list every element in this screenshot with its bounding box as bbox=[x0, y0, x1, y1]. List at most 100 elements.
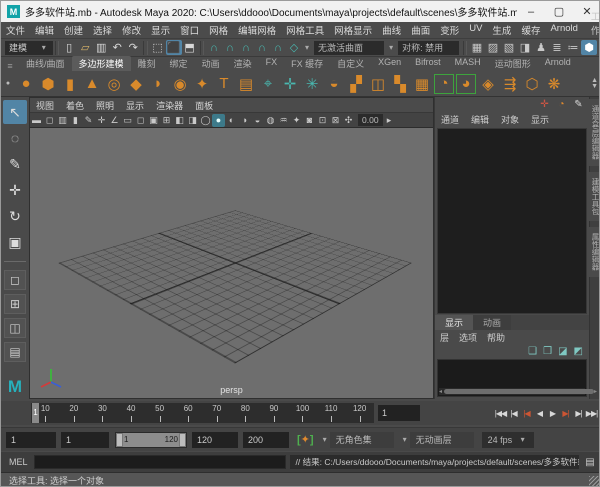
current-frame-field[interactable]: 1 bbox=[378, 405, 420, 421]
snap-live-icon[interactable]: ◇ bbox=[286, 40, 302, 55]
new-empty-layer-icon[interactable]: ◪ bbox=[558, 346, 567, 357]
step-forward-frame-button[interactable]: ▶| bbox=[572, 406, 585, 420]
grease-pencil-icon[interactable]: ∠ bbox=[108, 114, 121, 127]
svg-tool-icon[interactable]: ▤ bbox=[235, 73, 257, 95]
menu-item[interactable]: 生成 bbox=[487, 23, 516, 37]
field-popup-icon[interactable]: ⊠ bbox=[329, 114, 342, 127]
layer-editor-menu-item[interactable]: 层 bbox=[435, 331, 454, 344]
side-tab[interactable]: 建模工具包 bbox=[589, 172, 600, 222]
symmetry-dropdown-icon[interactable]: ▾ bbox=[386, 43, 396, 52]
2d-pan-zoom-icon[interactable]: ✛ bbox=[95, 114, 108, 127]
shelf-tab[interactable]: FX bbox=[259, 56, 285, 71]
motion-blur-icon[interactable]: ♒ bbox=[277, 114, 290, 127]
poly-sphere-icon[interactable]: ● bbox=[15, 73, 37, 95]
isolate-select-icon[interactable]: ⊡ bbox=[316, 114, 329, 127]
undo-icon[interactable]: ↶ bbox=[109, 40, 125, 55]
smooth-icon[interactable]: ▚ bbox=[389, 73, 411, 95]
maximize-button[interactable]: ▢ bbox=[545, 1, 573, 22]
active-surface-field[interactable]: 无激活曲面 bbox=[314, 41, 384, 55]
playback-end-field[interactable]: 120 bbox=[192, 432, 238, 448]
toolbar-overflow-icon[interactable]: ▸ bbox=[383, 114, 396, 127]
shadows-icon[interactable]: ◒ bbox=[251, 114, 264, 127]
redo-icon[interactable]: ↷ bbox=[125, 40, 141, 55]
poly-type-icon[interactable]: T bbox=[213, 73, 235, 95]
viewport-canvas[interactable]: persp bbox=[30, 128, 433, 398]
snap-point-icon[interactable]: ∩ bbox=[238, 40, 254, 55]
extrude-icon[interactable]: ◈ bbox=[477, 73, 499, 95]
menu-item[interactable]: 缓存 bbox=[516, 23, 545, 37]
textured-icon[interactable]: ◐ bbox=[225, 114, 238, 127]
step-back-key-button[interactable]: |◀ bbox=[520, 406, 533, 420]
character-controls-icon[interactable]: ♟ bbox=[533, 40, 549, 55]
resolution-gate-icon[interactable]: ◻ bbox=[134, 114, 147, 127]
multi-cut-icon[interactable]: ❋ bbox=[543, 73, 565, 95]
combine-icon[interactable]: ◒ bbox=[323, 73, 345, 95]
scroll-left-icon[interactable]: ◂ bbox=[439, 388, 442, 395]
menu-set-selector[interactable]: 建模▾ bbox=[5, 41, 53, 55]
fps-selector[interactable]: 24 fps ▾ bbox=[482, 432, 534, 448]
channel-box-menu-item[interactable]: 显示 bbox=[525, 113, 555, 126]
snap-dropdown-icon[interactable]: ▾ bbox=[302, 43, 312, 52]
menu-item[interactable]: 曲线 bbox=[377, 23, 406, 37]
poly-cone-icon[interactable]: ▲ bbox=[81, 73, 103, 95]
mirror-icon[interactable]: ◕ bbox=[456, 74, 476, 94]
menu-item[interactable]: UV bbox=[464, 23, 487, 37]
shelf-tab[interactable]: 雕刻 bbox=[131, 56, 163, 71]
time-slider-track[interactable]: 1 102030405060708090100110120 bbox=[31, 403, 374, 423]
skeleton-icon[interactable]: ✳ bbox=[301, 73, 323, 95]
bookmark-icon[interactable]: ▮ bbox=[69, 114, 82, 127]
joint-tool-icon[interactable]: ⌖ bbox=[257, 73, 279, 95]
channel-box-menu-item[interactable]: 对象 bbox=[495, 113, 525, 126]
scroll-right-icon[interactable]: ▸ bbox=[594, 388, 597, 395]
select-object-icon[interactable]: ⬛ bbox=[166, 40, 182, 55]
menu-item[interactable]: 编辑网格 bbox=[233, 23, 281, 37]
poly-plane-icon[interactable]: ◆ bbox=[125, 73, 147, 95]
anim-layer-icon[interactable]: ≔ bbox=[565, 40, 581, 55]
scale-tool[interactable]: ▣ bbox=[3, 230, 27, 254]
menu-item[interactable]: 变形 bbox=[435, 23, 464, 37]
render-settings-icon[interactable]: ▧ bbox=[501, 40, 517, 55]
shelf-tab[interactable]: Arnold bbox=[538, 56, 578, 71]
edit-pencil-icon[interactable]: ✎ bbox=[572, 99, 585, 110]
poly-disc-icon[interactable]: ◗ bbox=[147, 73, 169, 95]
exposure-icon[interactable]: ✣ bbox=[342, 114, 355, 127]
mel-label[interactable]: MEL bbox=[1, 457, 34, 467]
screen-space-ao-icon[interactable]: ◍ bbox=[264, 114, 277, 127]
layer-list[interactable]: ◂ ▸ bbox=[437, 359, 587, 397]
menu-item[interactable]: 窗口 bbox=[175, 23, 204, 37]
step-back-frame-button[interactable]: |◀ bbox=[507, 406, 520, 420]
panel-menu-item[interactable]: 视图 bbox=[30, 99, 60, 112]
paint-select-tool[interactable]: ✎ bbox=[3, 152, 27, 176]
animation-end-field[interactable]: 200 bbox=[243, 432, 289, 448]
field-chart-icon[interactable]: ⊞ bbox=[160, 114, 173, 127]
wireframe-icon[interactable]: ◯ bbox=[199, 114, 212, 127]
layer-editor-menu-item[interactable]: 选项 bbox=[454, 331, 482, 344]
hypershade-icon[interactable]: ◨ bbox=[517, 40, 533, 55]
panel-menu-item[interactable]: 着色 bbox=[60, 99, 90, 112]
boolean-icon[interactable]: ◫ bbox=[367, 73, 389, 95]
shelf-handle-icon[interactable]: ● bbox=[1, 80, 15, 87]
symmetry-field[interactable]: 对称: 禁用 bbox=[398, 41, 459, 55]
range-slider-bar[interactable]: 1 120 bbox=[116, 433, 186, 447]
bridge-icon[interactable]: ⇶ bbox=[499, 73, 521, 95]
use-all-lights-icon[interactable]: ◑ bbox=[238, 114, 251, 127]
playback-start-field[interactable]: 1 bbox=[61, 432, 109, 448]
menu-item[interactable]: 文件 bbox=[1, 23, 30, 37]
go-to-end-button[interactable]: ▶▶| bbox=[585, 406, 598, 420]
character-set-selector[interactable]: ▾ 无角色集 bbox=[320, 432, 394, 448]
divider[interactable] bbox=[55, 41, 59, 55]
range-handle-right[interactable] bbox=[179, 433, 186, 447]
menu-item[interactable]: 编辑 bbox=[30, 23, 59, 37]
auto-keyframe-icon[interactable]: [ ✦ ] bbox=[297, 433, 314, 446]
speed-state-icon[interactable]: ◔ bbox=[555, 99, 568, 110]
panel-menu-item[interactable]: 显示 bbox=[120, 99, 150, 112]
move-tool[interactable]: ✛ bbox=[3, 178, 27, 202]
layer-editor-tab[interactable]: 动画 bbox=[473, 315, 511, 330]
resize-grip[interactable] bbox=[589, 476, 599, 486]
film-gate-icon[interactable]: ▭ bbox=[121, 114, 134, 127]
snap-grid-icon[interactable]: ∩ bbox=[206, 40, 222, 55]
super-shape-icon[interactable]: ✦ bbox=[191, 73, 213, 95]
script-editor-icon[interactable]: ▤ bbox=[582, 455, 598, 469]
layer-editor-menu-item[interactable]: 帮助 bbox=[482, 331, 510, 344]
layout-single-pane-button[interactable]: ◻ bbox=[4, 270, 26, 290]
